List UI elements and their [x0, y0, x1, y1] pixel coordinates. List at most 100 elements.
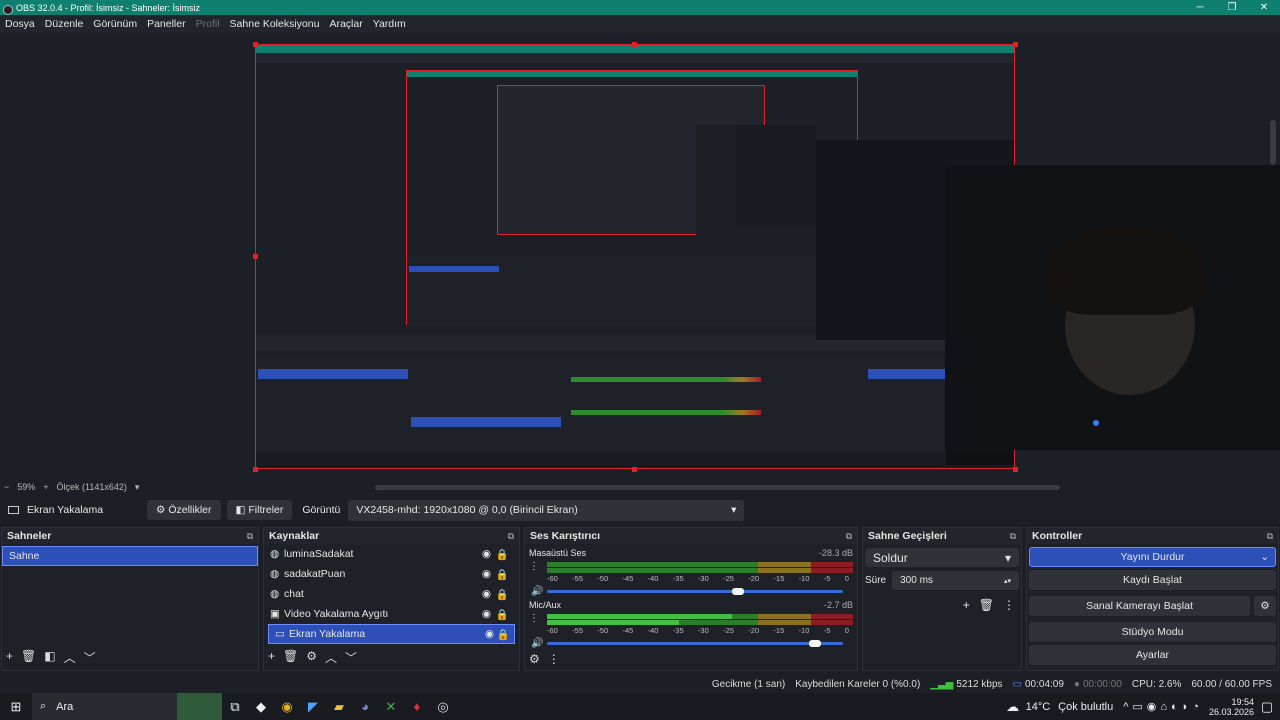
- dock-undock-icon[interactable]: ⧉: [846, 531, 852, 542]
- transform-handle-tl[interactable]: [253, 42, 258, 47]
- sources-dock: Kaynaklar ⧉ ◍ luminaSadakat ◉ 🔒 ◍ sadakatPuan…: [263, 527, 520, 671]
- menu-docks[interactable]: Paneller: [142, 18, 191, 30]
- add-transition-button[interactable]: +: [963, 598, 970, 612]
- notification-icon[interactable]: ▢: [1254, 693, 1280, 720]
- volume-slider-knob[interactable]: [731, 588, 744, 595]
- signal-bars-icon: ▁▃▅: [930, 678, 954, 690]
- scene-item[interactable]: Sahne: [2, 546, 258, 566]
- level-meter: [547, 614, 853, 619]
- chevron-down-icon: ⌄: [1260, 551, 1269, 563]
- remove-transition-button[interactable]: 🗑: [979, 598, 994, 612]
- obs-taskbar-icon[interactable]: ◎: [430, 693, 456, 720]
- transform-handle-bl[interactable]: [253, 467, 258, 472]
- source-item[interactable]: ◍ luminaSadakat ◉ 🔒: [264, 544, 519, 564]
- chevron-down-icon: ▾: [731, 504, 737, 516]
- scale-dropdown-icon[interactable]: ▾: [131, 482, 144, 493]
- lock-icon: 🔒: [496, 628, 510, 641]
- source-item[interactable]: ▣ Video Yakalama Aygıtı ◉ 🔒: [264, 604, 519, 624]
- add-source-button[interactable]: +: [268, 649, 275, 666]
- steam-icon[interactable]: ◤: [300, 693, 326, 720]
- menu-profile[interactable]: Profil: [191, 18, 225, 30]
- zoom-in-button[interactable]: +: [39, 482, 52, 492]
- source-item[interactable]: ◍ chat ◉ 🔒: [264, 584, 519, 604]
- dock-undock-icon[interactable]: ⧉: [1010, 531, 1016, 542]
- tray-icons[interactable]: ^▭◉⌂◐◗◔: [1123, 700, 1203, 713]
- start-virtual-camera-button[interactable]: Sanal Kamerayı Başlat: [1029, 596, 1250, 616]
- copilot-icon[interactable]: ◆: [248, 693, 274, 720]
- volume-slider-knob[interactable]: [809, 640, 822, 647]
- move-down-button[interactable]: ﹀: [84, 649, 96, 666]
- task-view-icon[interactable]: ⧉: [222, 693, 248, 720]
- source-item-selected[interactable]: ▭ Ekran Yakalama ◉ 🔒: [268, 624, 515, 644]
- studio-mode-button[interactable]: Stüdyo Modu: [1029, 622, 1276, 642]
- scene-filters-button[interactable]: ◧: [44, 649, 55, 666]
- transform-handle-tr[interactable]: [1013, 42, 1018, 47]
- move-up-button[interactable]: ︿: [64, 649, 76, 666]
- move-down-button[interactable]: ﹀: [345, 649, 357, 666]
- remove-source-button[interactable]: 🗑: [283, 649, 298, 666]
- transform-handle-br[interactable]: [1013, 467, 1018, 472]
- mirror-docks: [256, 355, 1014, 450]
- volume-slider[interactable]: [547, 642, 843, 645]
- weather-icon[interactable]: ☁: [1000, 693, 1026, 720]
- volume-slider[interactable]: [547, 590, 843, 593]
- add-scene-button[interactable]: +: [6, 649, 13, 666]
- start-recording-button[interactable]: Kaydı Başlat: [1029, 570, 1276, 590]
- menu-file[interactable]: Dosya: [0, 18, 40, 30]
- advanced-audio-button[interactable]: ⚙: [529, 652, 540, 666]
- mixer-menu-button[interactable]: ⋮: [548, 652, 560, 666]
- eye-icon: ◉: [481, 608, 491, 620]
- lock-icon: 🔒: [495, 568, 509, 581]
- eye-icon: ◉: [484, 628, 494, 640]
- virtual-camera-settings-icon[interactable]: ⚙: [1254, 596, 1276, 616]
- settings-button[interactable]: Ayarlar: [1029, 645, 1276, 665]
- menu-help[interactable]: Yardım: [368, 18, 411, 30]
- remove-scene-button[interactable]: 🗑: [21, 649, 36, 666]
- menu-view[interactable]: Görünüm: [88, 18, 142, 30]
- more-icon[interactable]: ⋮: [529, 561, 539, 572]
- vertical-scrollbar[interactable]: [1270, 120, 1276, 165]
- transition-menu-button[interactable]: ⋮: [1003, 598, 1015, 612]
- dock-undock-icon[interactable]: ⧉: [508, 531, 514, 542]
- search-icon: ⌕: [40, 700, 47, 712]
- transform-handle-l[interactable]: [253, 254, 258, 259]
- minimize-button[interactable]: ─: [1184, 2, 1216, 13]
- display-select[interactable]: VX2458-mhd: 1920x1080 @ 0,0 (Birincil Ek…: [348, 499, 745, 521]
- source-props-button[interactable]: ⚙: [306, 649, 317, 666]
- dock-undock-icon[interactable]: ⧉: [1267, 531, 1273, 542]
- close-button[interactable]: ✕: [1248, 2, 1280, 13]
- filters-button[interactable]: ◧ Filtreler: [226, 500, 293, 520]
- discord-icon[interactable]: ◕: [352, 693, 378, 720]
- camera-icon: ▣: [270, 608, 280, 620]
- file-explorer-icon[interactable]: ▰: [326, 693, 352, 720]
- transition-select[interactable]: Soldur ▾: [865, 548, 1019, 567]
- windows-start-icon[interactable]: ⊞: [0, 693, 32, 720]
- zoom-out-button[interactable]: −: [0, 482, 13, 492]
- riot-icon[interactable]: ♦: [404, 693, 430, 720]
- move-up-button[interactable]: ︿: [325, 649, 337, 666]
- duration-spinbox[interactable]: 300 ms ▴▾: [892, 571, 1019, 590]
- chrome-icon[interactable]: ◉: [274, 693, 300, 720]
- xbox-icon[interactable]: ✕: [378, 693, 404, 720]
- restore-button[interactable]: ❐: [1216, 2, 1248, 13]
- menu-edit[interactable]: Düzenle: [40, 18, 89, 30]
- monitor-icon: [8, 506, 19, 514]
- channel-db: -2.7 dB: [823, 600, 853, 610]
- stop-streaming-button[interactable]: Yayını Durdur ⌄: [1029, 547, 1276, 567]
- mixer-channel: Mic/Aux -2.7 dB ⋮ -60 -55 -50 -45 -40 -35 -30 -2…: [529, 600, 853, 650]
- mixer-channel: Masaüstü Ses -28.3 dB ⋮ -60 -55 -50 -45 -40 -3…: [529, 548, 853, 598]
- transform-handle-t[interactable]: [632, 42, 637, 47]
- speaker-icon[interactable]: 🔊: [531, 638, 543, 649]
- dock-undock-icon[interactable]: ⧉: [247, 531, 253, 542]
- speaker-icon[interactable]: 🔊: [531, 586, 543, 597]
- clock[interactable]: 19:54 26.03.2026: [1209, 697, 1254, 717]
- preview-canvas[interactable]: [255, 44, 1015, 469]
- properties-button[interactable]: ⚙ Özellikler: [147, 500, 221, 520]
- menu-tools[interactable]: Araçlar: [324, 18, 367, 30]
- source-toolbar: Ekran Yakalama ⚙ Özellikler ◧ Filtreler …: [0, 497, 1280, 523]
- source-item[interactable]: ◍ sadakatPuan ◉ 🔒: [264, 564, 519, 584]
- more-icon[interactable]: ⋮: [529, 613, 539, 624]
- transform-handle-b[interactable]: [632, 467, 637, 472]
- menu-scene-collection[interactable]: Sahne Koleksiyonu: [225, 18, 325, 30]
- search-highlight-image: [177, 693, 222, 720]
